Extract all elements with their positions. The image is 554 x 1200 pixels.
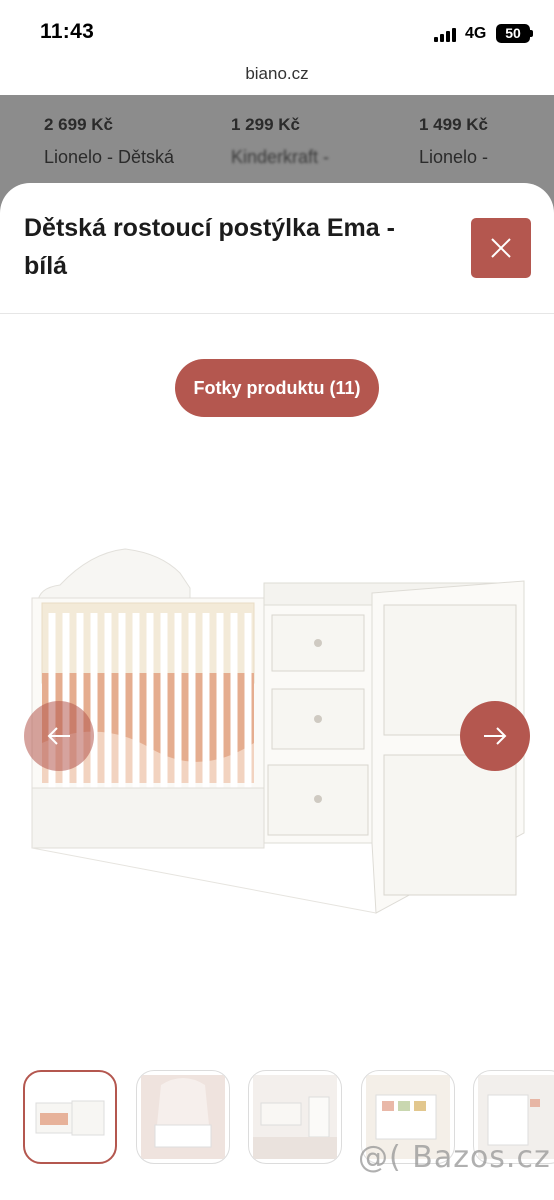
battery-icon: 50 (496, 24, 530, 43)
product-name: Lionelo - (419, 147, 489, 167)
close-button[interactable] (471, 218, 531, 278)
product-price: 1 299 Kč (231, 115, 300, 134)
battery-tip (530, 30, 533, 37)
product-photos-button[interactable]: Fotky produktu (11) (175, 359, 379, 417)
thumbnail-image (253, 1075, 337, 1159)
thumbnail-image (35, 1100, 105, 1136)
browser-url[interactable]: biano.cz (0, 64, 554, 84)
thumbnail-2[interactable] (136, 1070, 230, 1164)
watermark: @( Bazos.cz (358, 1140, 551, 1175)
thumbnail-1[interactable] (23, 1070, 117, 1164)
product-name: Lionelo - Dětská (44, 147, 175, 167)
status-bar: 11:43 4G 50 (0, 0, 554, 60)
background-product-card: 1 499 Kč Lionelo - (419, 115, 488, 168)
close-icon (491, 238, 511, 258)
network-type: 4G (465, 25, 487, 42)
product-modal: Dětská rostoucí postýlka Ema - bílá Fotk… (0, 183, 554, 1200)
thumbnail-image (141, 1075, 225, 1159)
arrow-right-icon (484, 727, 507, 745)
status-time: 11:43 (40, 20, 95, 43)
header-divider (0, 313, 554, 314)
previous-image-button[interactable] (24, 701, 94, 771)
background-product-card: 1 299 Kč Kinderkraft - (231, 115, 329, 168)
next-image-button[interactable] (460, 701, 530, 771)
modal-title: Dětská rostoucí postýlka Ema - bílá (24, 214, 395, 280)
arrow-left-icon (47, 727, 70, 745)
product-name: Kinderkraft - (231, 147, 330, 167)
product-image (31, 548, 525, 914)
product-price: 2 699 Kč (44, 115, 113, 134)
cellular-signal-icon (434, 26, 460, 42)
product-price: 1 499 Kč (419, 115, 488, 134)
thumbnail-3[interactable] (248, 1070, 342, 1164)
background-product-card: 2 699 Kč Lionelo - Dětská (44, 115, 174, 168)
